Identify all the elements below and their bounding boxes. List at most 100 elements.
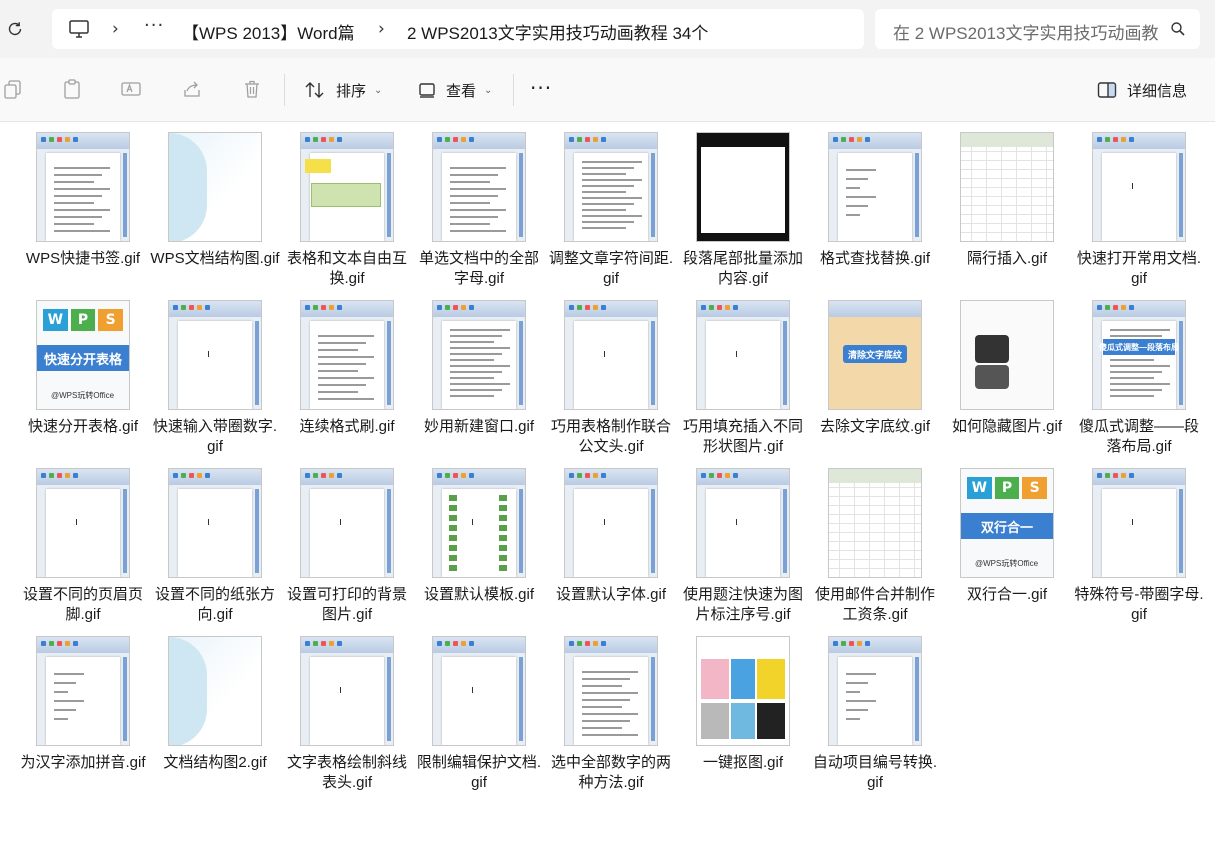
- view-button[interactable]: 查看 ⌄: [418, 77, 492, 103]
- file-thumbnail: [696, 636, 790, 746]
- file-item[interactable]: W P S 快速分开表格 @WPS玩转Office 快速分开表格.gif: [17, 292, 149, 457]
- breadcrumb-overflow[interactable]: ···: [144, 15, 164, 36]
- breadcrumb-item-wps2013-word[interactable]: 【WPS 2013】Word篇: [182, 19, 355, 44]
- file-item[interactable]: 表格和文本自由互换.gif: [281, 124, 413, 289]
- file-name: 快速输入带圈数字.gif: [152, 418, 278, 455]
- file-name: 设置默认模板.gif: [423, 586, 534, 603]
- file-item[interactable]: 设置不同的页眉页脚.gif: [17, 460, 149, 625]
- sort-button[interactable]: 排序 ⌄: [304, 77, 382, 103]
- file-item[interactable]: 巧用表格制作联合公文头.gif: [545, 292, 677, 457]
- file-thumbnail: [168, 468, 262, 578]
- file-item[interactable]: 清除文字底纹 去除文字底纹.gif: [809, 292, 941, 457]
- file-name: 快速分开表格.gif: [27, 418, 138, 435]
- file-item[interactable]: 使用邮件合并制作工资条.gif: [809, 460, 941, 625]
- file-item[interactable]: 限制编辑保护文档.gif: [413, 628, 545, 793]
- file-thumbnail: [1092, 468, 1186, 578]
- file-item[interactable]: 特殊符号-带圈字母.gif: [1073, 460, 1205, 625]
- wps-logo: WPS: [43, 309, 124, 331]
- file-thumbnail: 清除文字底纹: [828, 300, 922, 410]
- file-name: 格式查找替换.gif: [819, 250, 930, 267]
- file-item[interactable]: 文字表格绘制斜线表头.gif: [281, 628, 413, 793]
- file-item[interactable]: 选中全部数字的两种方法.gif: [545, 628, 677, 793]
- file-name: 快速打开常用文档.gif: [1076, 250, 1202, 287]
- sort-icon: [305, 82, 324, 98]
- address-bar[interactable]: › ··· 【WPS 2013】Word篇 › 2 WPS2013文字实用技巧动…: [52, 9, 864, 49]
- file-name: 文档结构图2.gif: [163, 754, 267, 771]
- view-label: 查看: [446, 82, 477, 100]
- search-icon[interactable]: [1170, 21, 1186, 37]
- file-name: 选中全部数字的两种方法.gif: [550, 754, 671, 791]
- file-name: 隔行插入.gif: [966, 250, 1047, 267]
- wps-logo: WPS: [967, 477, 1048, 499]
- file-thumbnail: [696, 300, 790, 410]
- file-item[interactable]: 傻瓜式调整—段落布局 傻瓜式调整——段落布局.gif: [1073, 292, 1205, 457]
- file-item[interactable]: 格式查找替换.gif: [809, 124, 941, 289]
- refresh-button[interactable]: [2, 16, 28, 42]
- file-item[interactable]: 如何隐藏图片.gif: [941, 292, 1073, 457]
- file-thumbnail: W P S 快速分开表格 @WPS玩转Office: [36, 300, 130, 410]
- file-name: 为汉字添加拼音.gif: [20, 754, 146, 771]
- file-thumbnail: [564, 132, 658, 242]
- file-item[interactable]: 隔行插入.gif: [941, 124, 1073, 289]
- thumbnail-caption: 快速分开表格: [37, 345, 129, 371]
- search-input[interactable]: 在 2 WPS2013文字实用技巧动画教程 34个 中搜索: [893, 19, 1158, 44]
- file-thumbnail: [696, 132, 790, 242]
- file-item[interactable]: WPS文档结构图.gif: [149, 124, 281, 289]
- file-item[interactable]: 设置可打印的背景图片.gif: [281, 460, 413, 625]
- file-name: 表格和文本自由互换.gif: [286, 250, 407, 287]
- search-box[interactable]: 在 2 WPS2013文字实用技巧动画教程 34个 中搜索: [875, 9, 1200, 49]
- file-name: 设置默认字体.gif: [555, 586, 666, 603]
- file-thumbnail: [1092, 132, 1186, 242]
- file-name: 自动项目编号转换.gif: [812, 754, 938, 791]
- file-name: 设置不同的页眉页脚.gif: [22, 586, 143, 623]
- file-item[interactable]: 巧用填充插入不同形状图片.gif: [677, 292, 809, 457]
- file-thumbnail: [168, 300, 262, 410]
- file-thumbnail: [168, 132, 262, 242]
- file-thumbnail: [36, 468, 130, 578]
- file-item[interactable]: 妙用新建窗口.gif: [413, 292, 545, 457]
- file-name: 设置可打印的背景图片.gif: [286, 586, 407, 623]
- thumbnail-caption: 清除文字底纹: [843, 345, 907, 363]
- file-item[interactable]: 连续格式刷.gif: [281, 292, 413, 457]
- file-item[interactable]: 快速输入带圈数字.gif: [149, 292, 281, 457]
- file-item[interactable]: 文档结构图2.gif: [149, 628, 281, 793]
- delete-icon[interactable]: [241, 78, 263, 100]
- file-thumbnail: [300, 636, 394, 746]
- file-item[interactable]: 设置不同的纸张方向.gif: [149, 460, 281, 625]
- file-item[interactable]: 调整文章字符间距.gif: [545, 124, 677, 289]
- thumbnail-caption: 傻瓜式调整—段落布局: [1099, 339, 1179, 355]
- file-item[interactable]: W P S 双行合一 @WPS玩转Office 双行合一.gif: [941, 460, 1073, 625]
- file-item[interactable]: 一键抠图.gif: [677, 628, 809, 793]
- file-name: 如何隐藏图片.gif: [951, 418, 1062, 435]
- chevron-right-icon: ›: [112, 19, 119, 39]
- file-thumbnail: [432, 300, 526, 410]
- file-thumbnail: [168, 636, 262, 746]
- file-item[interactable]: 自动项目编号转换.gif: [809, 628, 941, 793]
- file-item[interactable]: WPS快捷书签.gif: [17, 124, 149, 289]
- share-icon[interactable]: [181, 78, 203, 100]
- copy-icon[interactable]: [2, 78, 24, 100]
- details-pane-icon: [1097, 82, 1117, 98]
- file-name: 双行合一.gif: [966, 586, 1047, 603]
- file-name: 巧用表格制作联合公文头.gif: [550, 418, 671, 455]
- file-item[interactable]: 设置默认字体.gif: [545, 460, 677, 625]
- file-name: WPS快捷书签.gif: [25, 250, 141, 267]
- file-thumbnail: [960, 300, 1054, 410]
- breadcrumb-item-current-folder[interactable]: 2 WPS2013文字实用技巧动画教程 34个: [407, 19, 708, 44]
- paste-icon[interactable]: [61, 78, 83, 100]
- file-item[interactable]: 设置默认模板.gif: [413, 460, 545, 625]
- file-thumbnail: [696, 468, 790, 578]
- file-name: 文字表格绘制斜线表头.gif: [286, 754, 407, 791]
- file-item[interactable]: 段落尾部批量添加内容.gif: [677, 124, 809, 289]
- file-thumbnail: [432, 468, 526, 578]
- rename-icon[interactable]: [120, 78, 142, 100]
- file-thumbnail: [828, 636, 922, 746]
- file-thumbnail: [36, 636, 130, 746]
- file-name: 妙用新建窗口.gif: [423, 418, 534, 435]
- file-item[interactable]: 快速打开常用文档.gif: [1073, 124, 1205, 289]
- more-options-button[interactable]: ···: [530, 78, 552, 98]
- file-item[interactable]: 使用题注快速为图片标注序号.gif: [677, 460, 809, 625]
- file-item[interactable]: 单选文档中的全部字母.gif: [413, 124, 545, 289]
- file-item[interactable]: 为汉字添加拼音.gif: [17, 628, 149, 793]
- details-pane-button[interactable]: 详细信息: [1097, 77, 1187, 103]
